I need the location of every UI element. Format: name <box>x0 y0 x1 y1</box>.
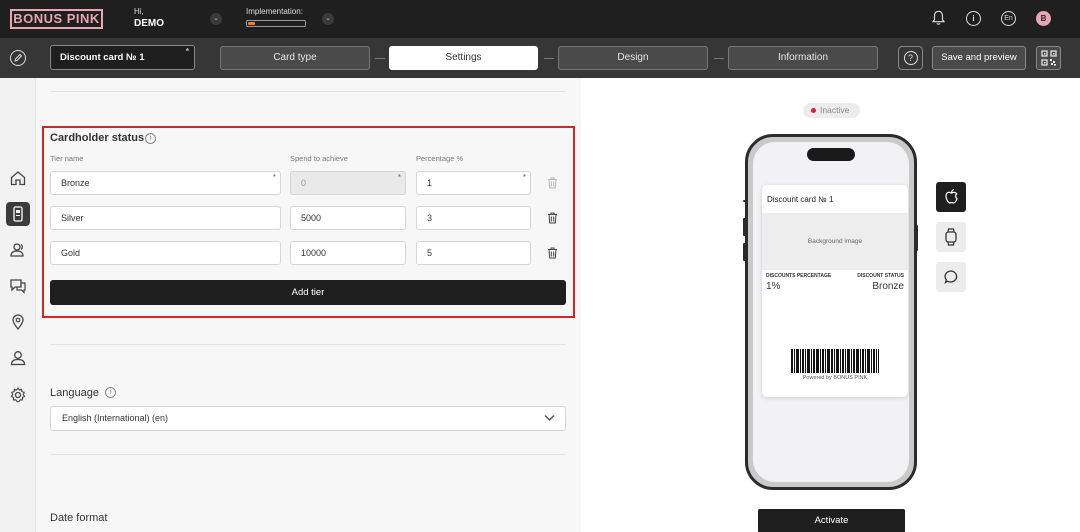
percentage-input[interactable]: 3 <box>416 206 531 230</box>
pass-left-label: DISCOUNTS PERCENTAGE <box>766 273 832 279</box>
info-icon[interactable]: i <box>966 11 981 26</box>
step-card-type[interactable]: Card type <box>220 46 370 70</box>
percentage-value: 1 <box>427 178 433 188</box>
add-tier-button[interactable]: Add tier <box>50 280 566 305</box>
apple-icon <box>945 188 958 204</box>
divider <box>50 344 566 345</box>
language-select-value: English (International) (en) <box>62 413 169 423</box>
card-name-value: Discount card № 1 <box>60 52 145 63</box>
column-tier-name: Tier name <box>50 154 84 163</box>
location-pin-icon[interactable] <box>9 313 27 331</box>
implementation-progress-bar <box>246 20 306 27</box>
phone-mockup: Discount card № 1 Background image DISCO… <box>745 134 917 490</box>
trash-icon[interactable] <box>547 247 558 259</box>
user-icon[interactable] <box>9 349 27 367</box>
cardholder-status-info-icon[interactable]: i <box>145 133 156 144</box>
implementation-progress-fill <box>248 22 255 25</box>
sidebar <box>0 78 36 532</box>
spend-input[interactable]: 10000 <box>290 241 406 265</box>
message-icon <box>944 270 958 285</box>
question-icon: ? <box>903 51 918 65</box>
status-badge: Inactive <box>803 103 860 118</box>
dynamic-island <box>807 148 855 161</box>
date-format-title: Date format <box>50 512 108 524</box>
column-percentage: Percentage % <box>416 154 464 163</box>
implementation-chevron-icon[interactable]: ⌄ <box>322 13 334 25</box>
qr-code-icon <box>1041 50 1057 66</box>
step-design[interactable]: Design <box>558 46 708 70</box>
watch-icon <box>945 228 957 246</box>
activate-button[interactable]: Activate <box>758 509 905 532</box>
language-title: Language <box>50 387 99 399</box>
bell-icon[interactable] <box>931 10 946 26</box>
status-text: Inactive <box>820 105 850 115</box>
home-icon[interactable] <box>9 169 27 187</box>
qr-code-button[interactable] <box>1036 46 1061 70</box>
language-switch[interactable]: En <box>1001 11 1016 26</box>
powered-by: Powered by BONUS PINK <box>802 375 868 381</box>
pass-title: Discount card № 1 <box>767 195 834 204</box>
tier-name-input[interactable]: Bronze * <box>50 171 281 195</box>
required-mark: * <box>272 173 276 182</box>
tier-name-input[interactable]: Gold <box>50 241 281 265</box>
greeting: Hi, <box>134 7 144 16</box>
status-dot <box>811 108 816 113</box>
trash-icon[interactable] <box>547 212 558 224</box>
language-info-icon[interactable]: i <box>105 387 116 398</box>
card-toolbar: Discount card № 1 * Card type Settings D… <box>0 38 1080 78</box>
sidebar-item-cards[interactable] <box>6 202 30 226</box>
platform-apple-button[interactable] <box>936 182 966 212</box>
required-mark: * <box>397 173 401 182</box>
step-settings[interactable]: Settings <box>389 46 538 70</box>
chevron-down-icon <box>544 415 555 421</box>
spend-value: 0 <box>301 178 307 188</box>
step-divider <box>375 58 385 59</box>
chat-icon[interactable] <box>9 277 27 295</box>
pencil-icon[interactable] <box>10 50 26 66</box>
gear-icon[interactable] <box>9 386 27 404</box>
pass-right-label: DISCOUNT STATUS <box>857 273 904 279</box>
percentage-input[interactable]: 1 * <box>416 171 531 195</box>
pass-background-image: Background image <box>762 213 908 270</box>
user-menu-chevron-icon[interactable]: ⌄ <box>210 13 222 25</box>
divider <box>50 91 566 92</box>
save-and-preview-button[interactable]: Save and preview <box>932 46 1026 70</box>
tier-name-value: Bronze <box>61 178 90 188</box>
implementation-label: Implementation: <box>246 7 303 16</box>
user-name[interactable]: DEMO <box>134 18 164 29</box>
step-divider <box>544 58 554 59</box>
logo[interactable]: BONUS PINK <box>10 9 103 29</box>
tier-name-input[interactable]: Silver <box>50 206 281 230</box>
step-divider <box>714 58 724 59</box>
phone-screen: Discount card № 1 Background image DISCO… <box>753 142 909 482</box>
step-information[interactable]: Information <box>728 46 878 70</box>
avatar[interactable]: B <box>1036 11 1051 26</box>
cardholder-status-title: Cardholder status <box>50 132 145 144</box>
platform-watch-button[interactable] <box>936 222 966 252</box>
phone-card-icon <box>13 206 23 222</box>
divider <box>50 454 566 455</box>
language-select[interactable]: English (International) (en) <box>50 406 566 431</box>
top-bar: BONUS PINK Hi, DEMO ⌄ Implementation: ⌄ … <box>0 0 1080 38</box>
card-name-field[interactable]: Discount card № 1 * <box>50 45 195 70</box>
spend-input: 0 * <box>290 171 406 195</box>
pass-left-value: 1% <box>766 281 781 292</box>
barcode <box>791 349 879 373</box>
column-spend: Spend to achieve <box>290 154 348 163</box>
percentage-input[interactable]: 5 <box>416 241 531 265</box>
wallet-pass: Discount card № 1 Background image DISCO… <box>762 185 908 397</box>
users-icon[interactable] <box>9 241 27 259</box>
help-button[interactable]: ? <box>898 46 923 70</box>
required-mark: * <box>185 47 189 56</box>
spend-input[interactable]: 5000 <box>290 206 406 230</box>
pass-right-value: Bronze <box>872 281 904 292</box>
required-mark: * <box>522 173 526 182</box>
platform-message-button[interactable] <box>936 262 966 292</box>
trash-icon <box>548 177 557 189</box>
